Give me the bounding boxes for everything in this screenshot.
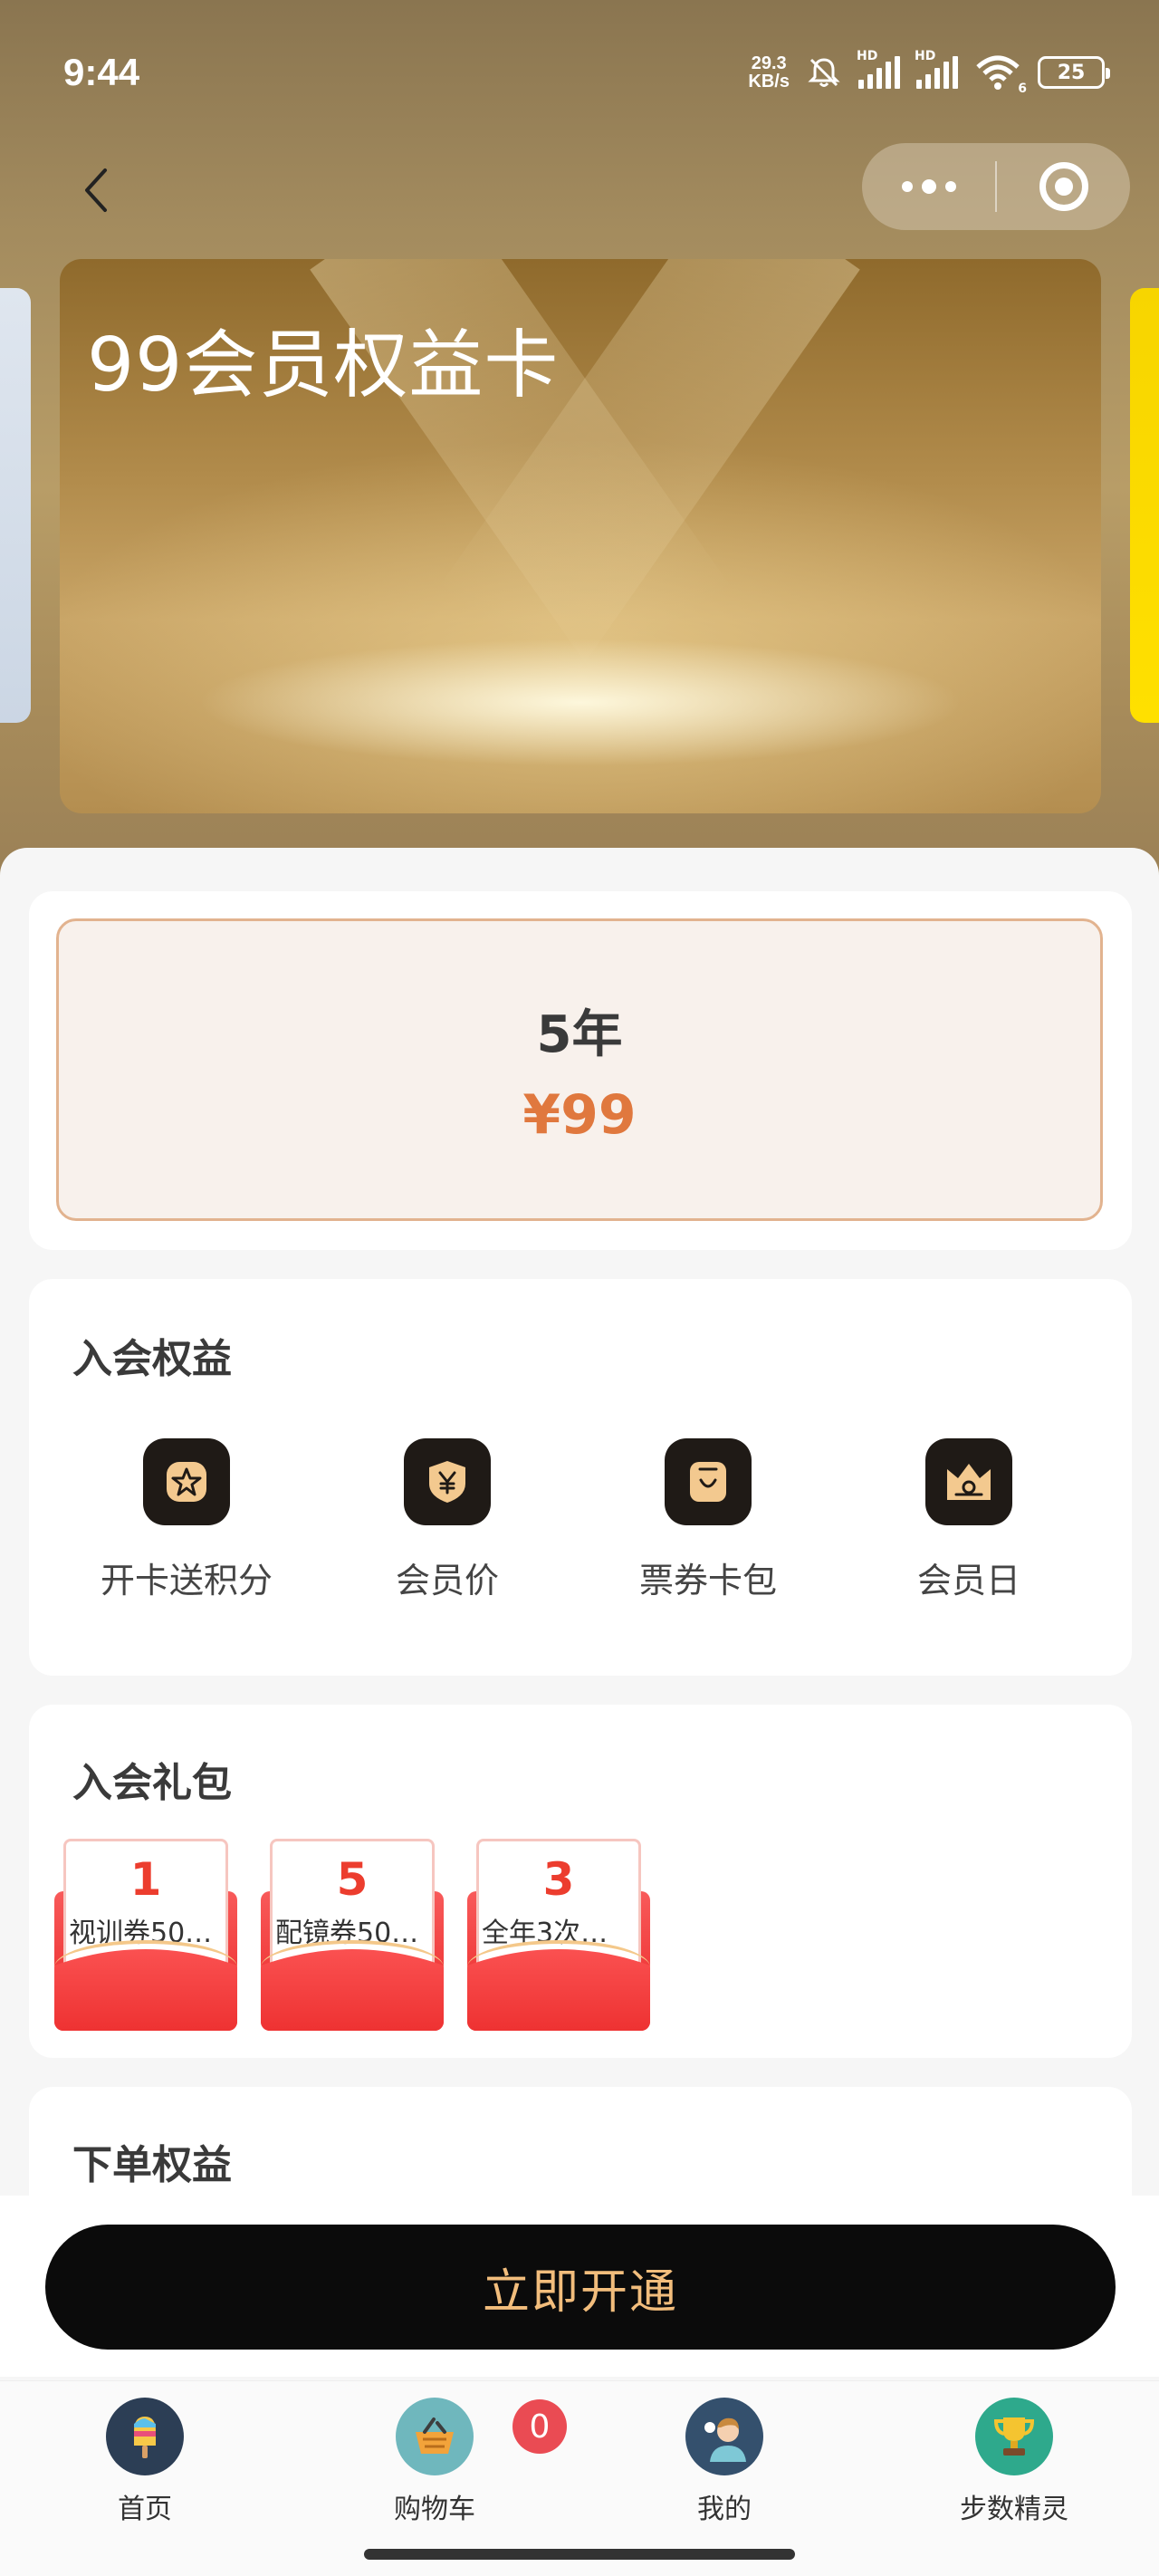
hd-label: HD — [857, 49, 878, 63]
plan-price: ¥99 — [522, 1082, 637, 1147]
close-mini-program-button[interactable] — [997, 143, 1130, 230]
wifi-standard-label: 6 — [1018, 82, 1027, 96]
network-speed-unit: KB/s — [748, 72, 790, 91]
previous-card-peek[interactable] — [0, 288, 31, 723]
section-title: 入会礼包 — [72, 1760, 232, 1806]
tab-label: 购物车 — [394, 2494, 475, 2525]
status-icons: 29.3 KB/s HD HD 6 25 — [748, 49, 1110, 96]
benefit-item[interactable]: 开卡送积分 — [56, 1438, 317, 1602]
welcome-gift-panel: 入会礼包 1 视训券50… 5 配镜券50… 3 全年3次… — [29, 1705, 1132, 2058]
wifi-icon: 6 — [974, 54, 1027, 96]
gift-envelope[interactable]: 1 视训券50… — [54, 1839, 237, 2031]
gift-envelope[interactable]: 3 全年3次… — [467, 1839, 650, 2031]
star-badge-icon — [143, 1438, 230, 1525]
plan-option-selected[interactable]: 5年 ¥99 — [56, 918, 1103, 1221]
status-time: 9:44 — [63, 51, 140, 93]
more-button[interactable] — [862, 143, 995, 230]
crown-icon — [925, 1438, 1012, 1525]
more-dot-icon — [901, 181, 913, 192]
back-button[interactable] — [72, 163, 118, 217]
gift-count: 5 — [336, 1853, 369, 1906]
tab-label: 步数精灵 — [960, 2494, 1068, 2525]
section-title: 下单权益 — [72, 2142, 232, 2188]
cart-count-badge: 0 — [512, 2399, 567, 2454]
more-dot-icon — [944, 181, 956, 192]
benefits-list: 开卡送积分 会员价 票券卡包 会员日 — [29, 1438, 1132, 1602]
yuan-shield-icon — [404, 1438, 491, 1525]
membership-benefits-panel: 入会权益 开卡送积分 会员价 票券卡包 会员日 — [29, 1279, 1132, 1676]
gift-list: 1 视训券50… 5 配镜券50… 3 全年3次… — [54, 1839, 650, 2031]
plan-duration: 5年 — [536, 1004, 623, 1064]
ticket-wallet-icon — [665, 1438, 752, 1525]
action-bar: 立即开通 — [0, 2196, 1159, 2377]
benefit-label: 票券卡包 — [638, 1561, 777, 1600]
gift-count: 1 — [129, 1853, 162, 1906]
tab-cart[interactable]: 购物车 — [344, 2398, 525, 2526]
mini-program-capsule — [862, 143, 1130, 230]
next-card-peek[interactable] — [1130, 288, 1159, 723]
tab-bar: 首页 购物车 0 我的 步数精灵 — [0, 2380, 1159, 2576]
benefit-item[interactable]: 会员日 — [838, 1438, 1099, 1602]
tab-label: 首页 — [118, 2494, 172, 2525]
cell-signal-1-icon: HD — [857, 49, 900, 89]
benefit-label: 开卡送积分 — [100, 1561, 273, 1600]
trophy-icon — [975, 2398, 1053, 2475]
card-title: 99会员权益卡 — [87, 322, 560, 409]
battery-indicator: 25 — [1038, 56, 1110, 89]
chevron-left-icon — [85, 168, 107, 212]
tab-step-genie[interactable]: 步数精灵 — [924, 2398, 1105, 2526]
cell-signal-2-icon: HD — [915, 49, 958, 89]
more-dot-icon — [921, 179, 936, 194]
tab-home[interactable]: 首页 — [54, 2398, 235, 2526]
bell-muted-icon — [808, 58, 840, 87]
battery-level: 25 — [1057, 61, 1086, 84]
gift-count: 3 — [542, 1853, 575, 1906]
membership-card[interactable]: 99会员权益卡 — [60, 259, 1101, 813]
benefit-item[interactable]: 票券卡包 — [578, 1438, 838, 1602]
plan-panel: 5年 ¥99 — [29, 891, 1132, 1250]
benefit-label: 会员日 — [916, 1561, 1020, 1600]
network-speed: 29.3 KB/s — [748, 54, 790, 91]
target-icon — [1039, 162, 1088, 211]
benefit-label: 会员价 — [395, 1561, 499, 1600]
activate-now-button[interactable]: 立即开通 — [45, 2225, 1116, 2350]
home-indicator[interactable] — [364, 2549, 795, 2560]
popsicle-icon — [106, 2398, 184, 2475]
basket-icon — [396, 2398, 474, 2475]
hd-label: HD — [915, 49, 936, 63]
status-bar: 9:44 29.3 KB/s HD HD 6 25 — [0, 0, 1159, 145]
tab-label: 我的 — [697, 2494, 752, 2525]
gift-envelope[interactable]: 5 配镜券50… — [261, 1839, 444, 2031]
tab-profile[interactable]: 我的 — [634, 2398, 815, 2526]
benefit-item[interactable]: 会员价 — [317, 1438, 578, 1602]
network-speed-value: 29.3 — [751, 53, 787, 73]
section-title: 入会权益 — [72, 1336, 232, 1382]
person-avatar-icon — [685, 2398, 763, 2475]
